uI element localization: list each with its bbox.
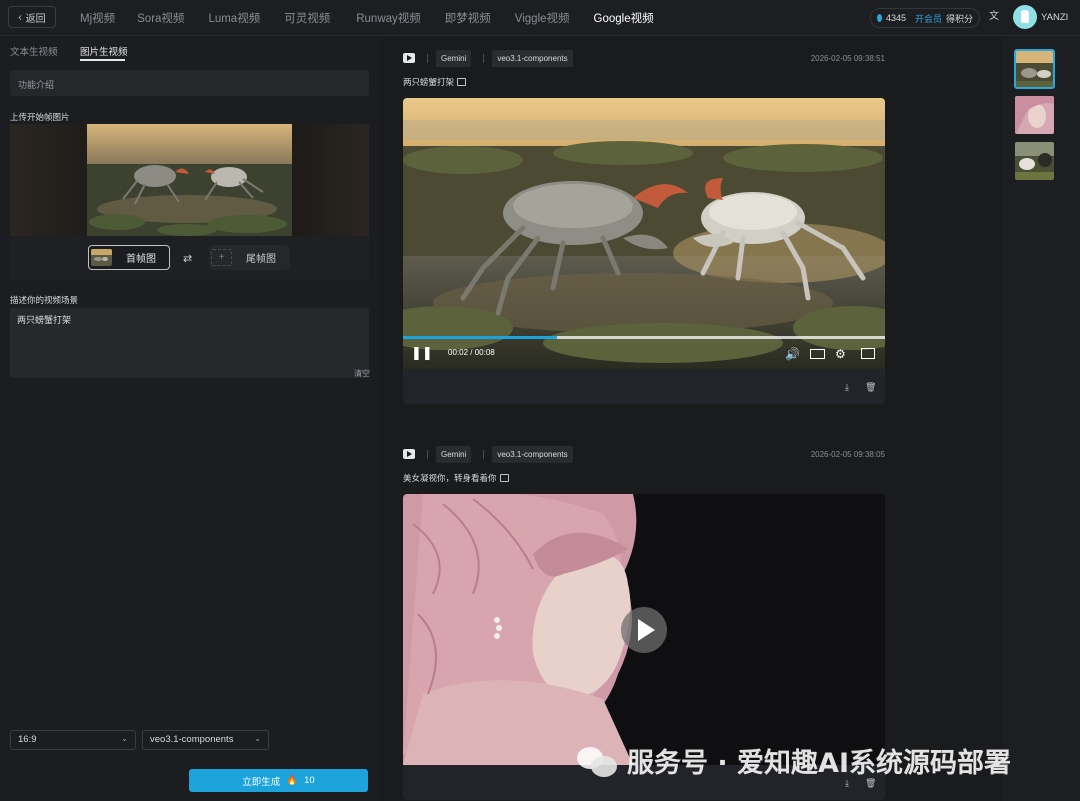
tab-text-to-video[interactable]: 文本生视频 <box>10 44 58 58</box>
avatar[interactable] <box>1013 5 1037 29</box>
chevron-down-icon: ⌄ <box>254 734 261 743</box>
ratio-value: 16:9 <box>18 734 37 745</box>
first-frame-label: 首帧图 <box>126 254 156 265</box>
upload-area[interactable] <box>10 124 369 236</box>
username[interactable]: YANZI <box>1041 12 1068 23</box>
plus-icon: + <box>211 249 232 266</box>
credit-link[interactable]: 得积分 <box>946 12 973 25</box>
video-feed: Gemini veo3.1-components 2026-02-05 09:3… <box>378 37 1002 801</box>
card-footer: ⤓ 🗑 <box>403 369 885 404</box>
duration: 00:08 <box>474 348 495 357</box>
provider-tag: Gemini <box>436 49 472 67</box>
current-time: 00:02 <box>448 348 469 357</box>
top-nav: ‹ 返回 Mj视频 Sora视频 Luma视频 可灵视频 Runway视频 即梦… <box>0 0 1080 36</box>
model-select[interactable]: veo3.1-components ⌄ <box>142 730 269 750</box>
history-thumb-2[interactable] <box>1014 95 1055 135</box>
coin-icon <box>877 14 882 22</box>
left-panel: 文本生视频 图片生视频 功能介绍 上传开始帧图片 首帧图 ⇄ + 尾帧图 描述你… <box>0 37 378 801</box>
first-frame-button[interactable]: 首帧图 <box>88 245 170 270</box>
timestamp: 2026-02-05 09:38:05 <box>810 449 885 459</box>
points-value: 4345 <box>885 13 906 23</box>
delete-icon[interactable]: 🗑 <box>865 382 876 393</box>
history-thumb-1[interactable] <box>1014 49 1055 89</box>
flame-icon: 🔥 <box>286 775 299 786</box>
fullscreen-icon[interactable] <box>861 348 875 359</box>
clear-button[interactable]: 清空 <box>354 368 370 379</box>
generate-button[interactable]: 立即生成 🔥 10 <box>189 769 368 792</box>
video-player[interactable]: ❚❚ 00:02 / 00:08 🔊 ⚙ <box>403 98 885 369</box>
copy-icon[interactable] <box>499 474 509 482</box>
download-icon[interactable]: ⤓ <box>845 382 849 393</box>
video-player[interactable] <box>403 494 885 765</box>
active-tab-indicator <box>80 59 125 61</box>
chevron-left-icon: ‹ <box>18 11 22 23</box>
tab-mj[interactable]: Mj视频 <box>70 10 125 26</box>
history-thumb-3[interactable] <box>1014 141 1055 181</box>
divider <box>483 449 485 459</box>
divider <box>427 449 428 459</box>
watermark: 服务号 · 爱知趣AI系统源码部署 <box>577 741 1011 780</box>
progress-fill <box>403 336 558 339</box>
prompt-label: 两只螃蟹打架 <box>403 77 455 87</box>
feature-intro[interactable]: 功能介绍 <box>10 70 369 96</box>
card-header: Gemini veo3.1-components 2026-02-05 09:3… <box>403 49 885 67</box>
tab-kling[interactable]: 可灵视频 <box>270 10 340 26</box>
generate-cost: 10 <box>304 775 315 786</box>
last-frame-label: 尾帧图 <box>246 254 276 265</box>
prompt-text: 两只螃蟹打架 <box>403 76 467 88</box>
crab-preview-image <box>87 124 292 236</box>
description-title: 描述你的视频场景 <box>10 295 79 305</box>
model-value: veo3.1-components <box>150 734 234 745</box>
points-badge[interactable]: 4345 开会员 得积分 <box>870 8 980 28</box>
divider <box>483 53 485 63</box>
frame-selector: 首帧图 ⇄ + 尾帧图 <box>10 236 369 280</box>
tab-google[interactable]: Google视频 <box>580 10 664 26</box>
prompt-text: 美女凝视你，转身看着你 <box>403 472 509 484</box>
copy-icon[interactable] <box>457 78 467 86</box>
tab-runway[interactable]: Runway视频 <box>340 10 431 26</box>
pip-icon[interactable] <box>810 349 825 359</box>
tab-viggle[interactable]: Viggle视频 <box>501 10 580 26</box>
history-thumbnails <box>1002 37 1080 801</box>
tab-sora[interactable]: Sora视频 <box>125 10 194 26</box>
back-button[interactable]: ‹ 返回 <box>8 6 56 28</box>
pause-icon[interactable]: ❚❚ <box>411 345 433 361</box>
divider <box>427 53 428 63</box>
tab-luma[interactable]: Luma视频 <box>194 10 270 26</box>
translate-icon[interactable]: 文 <box>987 10 1001 24</box>
crab-video-frame <box>403 98 885 369</box>
first-frame-thumb <box>91 249 112 266</box>
ratio-select[interactable]: 16:9 ⌄ <box>10 730 136 750</box>
wechat-icon <box>577 745 617 777</box>
upload-title: 上传开始帧图片 <box>10 112 70 122</box>
provider-tag: Gemini <box>436 445 472 463</box>
tab-jimeng[interactable]: 即梦视频 <box>431 10 501 26</box>
thumb-image <box>1016 51 1053 87</box>
prompt-label: 美女凝视你，转身看着你 <box>403 473 497 483</box>
card-header: Gemini veo3.1-components 2026-02-05 09:3… <box>403 445 885 463</box>
thumb-image <box>1015 142 1054 180</box>
model-tabs: Mj视频 Sora视频 Luma视频 可灵视频 Runway视频 即梦视频 Vi… <box>70 0 664 36</box>
timestamp: 2026-02-05 09:38:51 <box>810 53 885 63</box>
swap-icon[interactable]: ⇄ <box>183 252 192 265</box>
volume-icon[interactable]: 🔊 <box>785 347 800 361</box>
thumb-image <box>1015 96 1054 134</box>
watermark-text: 服务号 · 爱知趣AI系统源码部署 <box>627 748 1011 779</box>
last-frame-button[interactable]: + 尾帧图 <box>209 245 290 270</box>
vip-link[interactable]: 开会员 <box>915 12 942 25</box>
generate-label: 立即生成 <box>242 776 281 788</box>
settings-icon[interactable]: ⚙ <box>835 347 846 361</box>
chevron-down-icon: ⌄ <box>121 734 128 743</box>
description-input[interactable]: 两只螃蟹打架 <box>10 308 369 378</box>
back-label: 返回 <box>25 13 46 25</box>
video-time: 00:02 / 00:08 <box>448 348 495 357</box>
video-icon <box>403 53 415 63</box>
progress-track[interactable] <box>403 336 885 339</box>
model-tag: veo3.1-components <box>492 445 573 463</box>
video-icon <box>403 449 415 459</box>
tab-image-to-video[interactable]: 图片生视频 <box>80 44 128 58</box>
play-icon[interactable] <box>621 607 667 653</box>
model-tag: veo3.1-components <box>492 49 573 67</box>
